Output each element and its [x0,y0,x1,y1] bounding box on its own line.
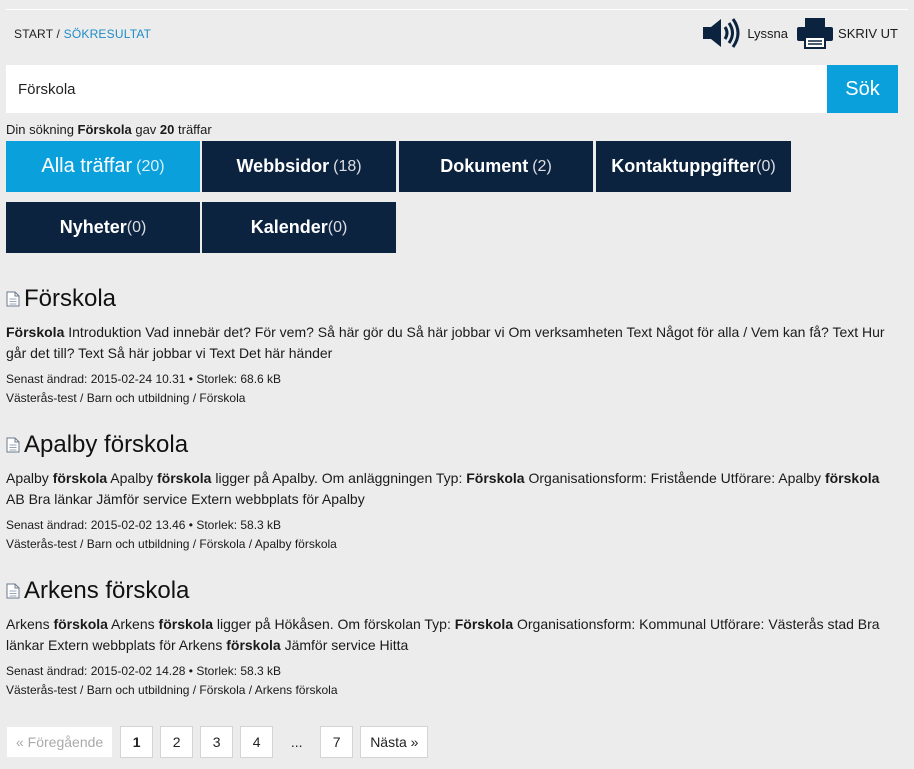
result-title: Arkens förskola [6,575,896,607]
result-title-link[interactable]: Förskola [24,285,116,313]
pagination-page-2[interactable]: 2 [160,726,194,758]
tab-count: (2) [532,157,552,175]
result-path: Västerås-test / Barn och utbildning / Fö… [6,391,246,405]
search-summary: Din sökning Förskola gav 20 träffar [6,122,212,137]
tab-count: (0) [327,218,348,236]
pagination-page-4[interactable]: 4 [240,726,274,758]
result-title-link[interactable]: Apalby förskola [24,431,188,459]
result-title: Apalby förskola [6,429,896,461]
snippet-highlight: förskola [52,470,108,486]
tab-count: (0) [756,157,776,175]
snippet-highlight: förskola [824,470,880,486]
search-results: Förskola Förskola Introduktion Vad inneb… [6,283,896,721]
result-title-link[interactable]: Arkens förskola [24,577,189,605]
result-meta: Senast ändrad: 2015-02-02 13.46 • Storle… [6,516,896,554]
tab-label: Webbsidor [236,156,330,176]
summary-middle: gav [131,122,160,137]
result-path: Västerås-test / Barn och utbildning / Fö… [6,537,337,551]
search-bar: Sök [6,65,898,113]
search-input[interactable] [6,65,827,113]
top-divider [6,9,908,10]
result-snippet: Förskola Introduktion Vad innebär det? F… [6,322,896,364]
snippet-highlight: förskola [53,616,108,632]
document-icon [6,583,20,599]
pagination-ellipsis: ... [290,734,303,750]
tab-news[interactable]: Nyheter (0) [6,202,200,253]
snippet-text: Apalby [6,470,53,486]
result-path: Västerås-test / Barn och utbildning / Fö… [6,683,338,697]
pagination-page-1[interactable]: 1 [120,726,154,758]
pagination: « Föregående 1 2 3 4 ... 7 Nästa » [6,726,429,758]
search-result: Apalby förskola Apalby förskola Apalby f… [6,429,896,575]
breadcrumb-start[interactable]: START [14,27,53,41]
snippet-highlight: Förskola [466,470,525,486]
summary-count: 20 [159,122,175,137]
tab-documents[interactable]: Dokument (2) [399,141,593,192]
document-icon [6,291,20,307]
breadcrumb-separator: / [53,27,64,41]
result-snippet: Apalby förskola Apalby förskola ligger p… [6,468,896,510]
tab-label: Dokument [440,156,529,176]
snippet-text: Apalby [107,470,157,486]
pagination-page-7[interactable]: 7 [320,726,354,758]
result-meta: Senast ändrad: 2015-02-24 10.31 • Storle… [6,370,896,408]
tab-label: Nyheter [59,217,127,237]
result-modified: Senast ändrad: 2015-02-02 14.28 • Storle… [6,664,282,678]
listen-button[interactable]: Lyssna [701,16,788,50]
tab-label: Kontaktuppgifter [611,156,757,176]
breadcrumb: START / SÖKRESULTAT [14,27,151,41]
snippet-text: Jämför service Hitta [280,637,409,653]
page-tools: Lyssna SKRIV UT [701,16,898,50]
summary-prefix: Din sökning [6,122,78,137]
listen-label: Lyssna [747,25,789,41]
summary-query: Förskola [77,122,132,137]
tab-label: Kalender [250,217,328,237]
result-modified: Senast ändrad: 2015-02-02 13.46 • Storle… [6,518,282,532]
search-result: Förskola Förskola Introduktion Vad inneb… [6,283,896,429]
search-result: Arkens förskola Arkens förskola Arkens f… [6,575,896,721]
print-label: SKRIV UT [838,25,898,41]
snippet-text: Arkens [107,616,159,632]
snippet-highlight: Förskola [454,616,514,632]
snippet-text: Organisationsform: Fristående Utförare: … [524,470,825,486]
tab-count: (20) [136,157,165,175]
result-snippet: Arkens förskola Arkens förskola ligger p… [6,614,896,656]
snippet-text: ligger på Hökåsen. Om förskolan Typ: [213,616,455,632]
tab-calendar[interactable]: Kalender (0) [202,202,396,253]
result-modified: Senast ändrad: 2015-02-24 10.31 • Storle… [6,372,282,386]
pagination-page-3[interactable]: 3 [200,726,234,758]
snippet-text: AB Bra länkar Jämför service Extern webb… [6,491,365,507]
tab-contacts[interactable]: Kontaktuppgifter (0) [596,141,791,192]
printer-icon [797,18,834,49]
snippet-highlight: Förskola [6,324,65,340]
tab-webpages[interactable]: Webbsidor (18) [202,141,396,192]
result-title: Förskola [6,283,896,315]
tab-count: (0) [126,218,147,236]
snippet-highlight: förskola [158,616,213,632]
snippet-text: Arkens [6,616,54,632]
tab-count: (18) [333,157,362,175]
tab-label: Alla träffar [41,155,133,177]
document-icon [6,437,20,453]
result-meta: Senast ändrad: 2015-02-02 14.28 • Storle… [6,662,896,700]
breadcrumb-current: SÖKRESULTAT [63,27,152,41]
speaker-icon [703,18,740,48]
search-button[interactable]: Sök [827,65,898,113]
pagination-previous: « Föregående [6,726,114,758]
snippet-highlight: förskola [226,637,281,653]
pagination-next[interactable]: Nästa » [360,726,429,758]
summary-suffix: träffar [174,122,212,137]
snippet-text: Introduktion Vad innebär det? För vem? S… [6,324,885,361]
print-button[interactable]: SKRIV UT [796,16,898,50]
tab-all[interactable]: Alla träffar (20) [6,141,200,192]
snippet-text: ligger på Apalby. Om anläggningen Typ: [211,470,467,486]
snippet-highlight: förskola [157,470,212,486]
